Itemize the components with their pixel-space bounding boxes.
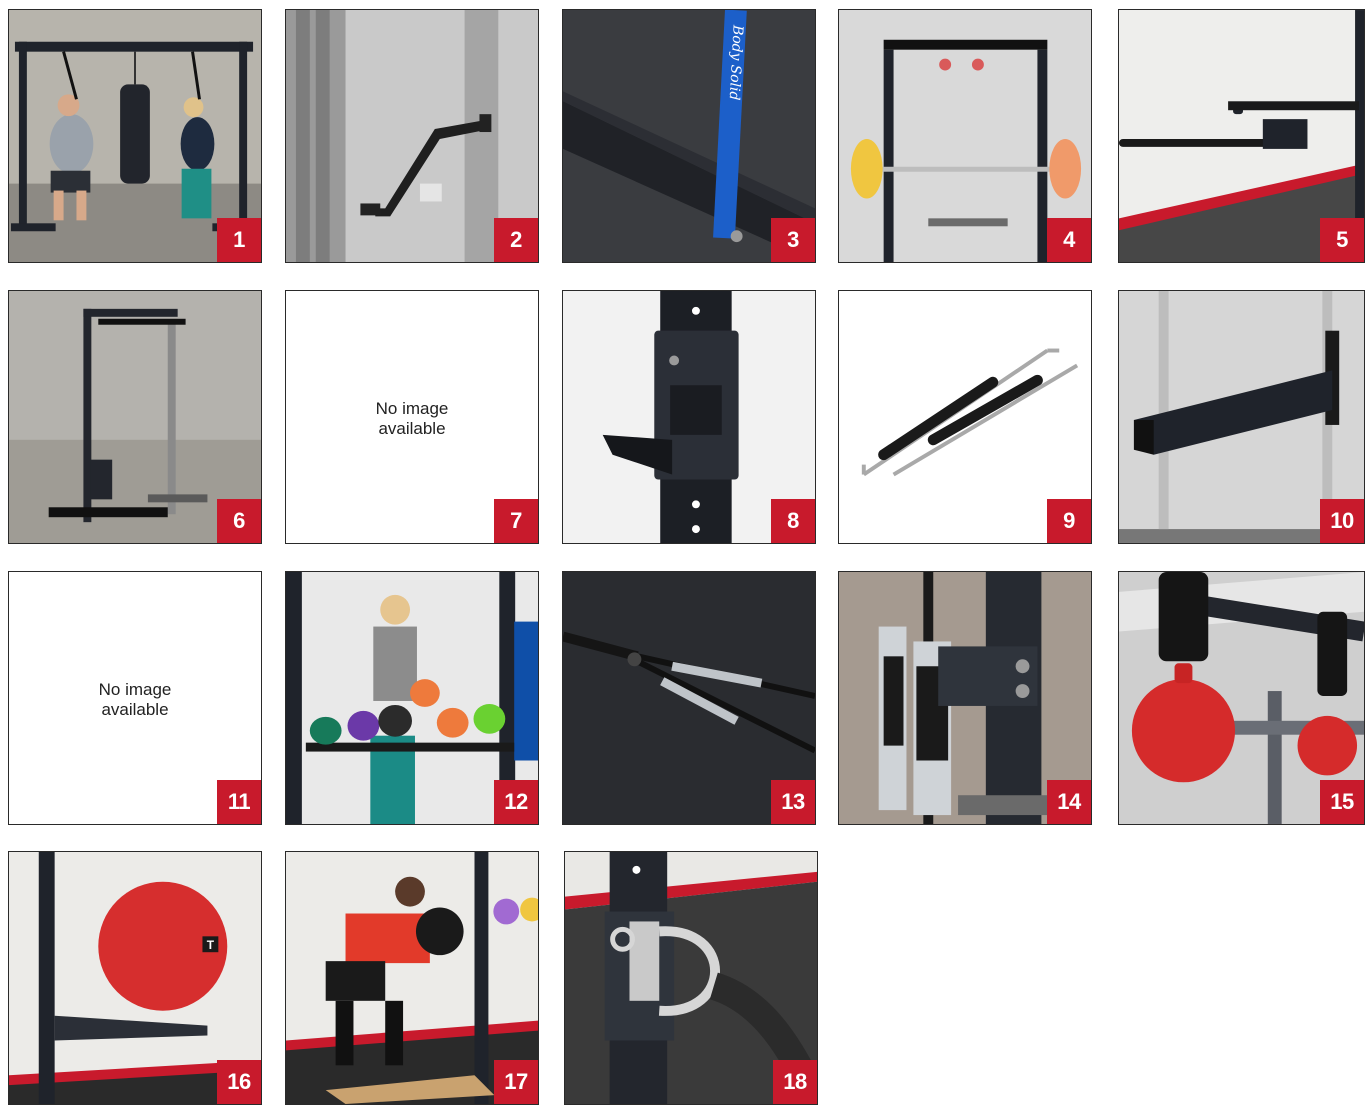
product-tile-13[interactable]: 13: [562, 571, 816, 825]
product-tile-8[interactable]: 8: [562, 290, 816, 544]
product-tile-3[interactable]: Body Solid 3: [562, 9, 816, 263]
tile-number-badge: 15: [1320, 780, 1364, 824]
product-tile-5[interactable]: 5: [1118, 9, 1365, 263]
ball-logo-text: T: [207, 938, 215, 952]
product-tile-6[interactable]: 6: [8, 290, 262, 544]
product-tile-12[interactable]: 12: [285, 571, 539, 825]
product-tile-1[interactable]: 1: [8, 9, 262, 263]
tile-number-badge: 4: [1047, 218, 1091, 262]
product-tile-14[interactable]: 14: [838, 571, 1092, 825]
product-tile-10[interactable]: 10: [1118, 290, 1365, 544]
tile-number-badge: 18: [773, 1060, 817, 1104]
tile-number-badge: 6: [217, 499, 261, 543]
tile-number-badge: 3: [771, 218, 815, 262]
tile-number-badge: 17: [494, 1060, 538, 1104]
tile-number-badge: 10: [1320, 499, 1364, 543]
tile-number-badge: 12: [494, 780, 538, 824]
tile-number-badge: 11: [217, 780, 261, 824]
product-tile-9[interactable]: 9: [838, 290, 1092, 544]
product-tile-2[interactable]: 2: [285, 9, 539, 263]
product-tile-15[interactable]: 15: [1118, 571, 1365, 825]
tile-number-badge: 5: [1320, 218, 1364, 262]
tile-number-badge: 14: [1047, 780, 1091, 824]
tile-number-badge: 1: [217, 218, 261, 262]
no-image-placeholder: No image available: [375, 399, 449, 438]
product-tile-16[interactable]: T 16: [8, 851, 262, 1105]
no-image-placeholder: No image available: [98, 680, 172, 719]
tile-number-badge: 2: [494, 218, 538, 262]
tile-number-badge: 9: [1047, 499, 1091, 543]
tile-number-badge: 16: [217, 1060, 261, 1104]
product-tile-7[interactable]: No image available 7: [285, 290, 539, 544]
tile-number-badge: 8: [771, 499, 815, 543]
product-tile-17[interactable]: 17: [285, 851, 539, 1105]
tile-number-badge: 13: [771, 780, 815, 824]
tile-number-badge: 7: [494, 499, 538, 543]
product-tile-4[interactable]: 4: [838, 9, 1092, 263]
product-tile-18[interactable]: 18: [564, 851, 818, 1105]
product-tile-11[interactable]: No image available 11: [8, 571, 262, 825]
